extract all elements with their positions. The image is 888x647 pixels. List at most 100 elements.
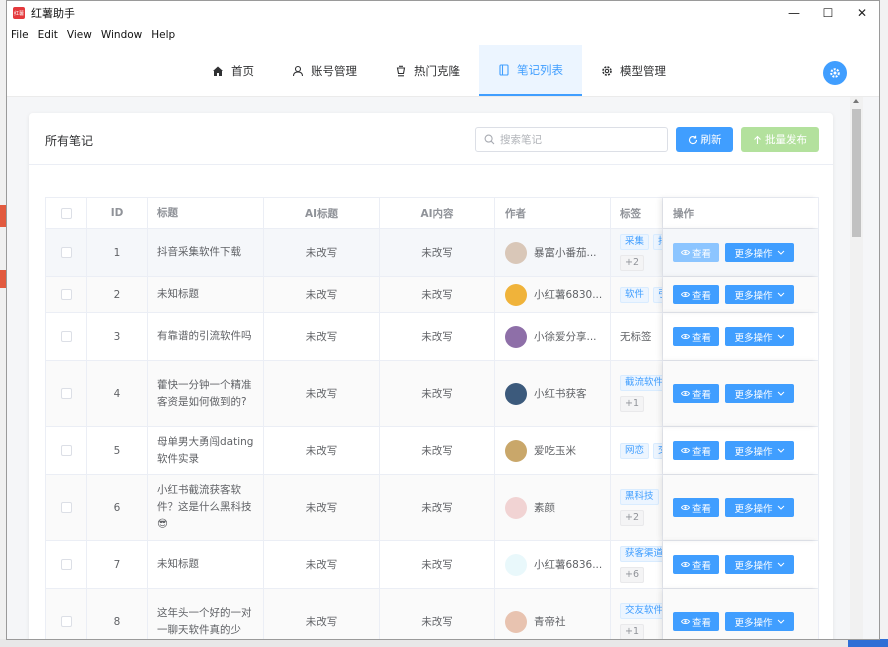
row-title: 母单男大勇闯dating软件实录 xyxy=(148,427,264,474)
view-button[interactable]: 查看 xyxy=(673,498,719,517)
view-button[interactable]: 查看 xyxy=(673,612,719,631)
eye-icon xyxy=(681,447,690,454)
notebook-icon xyxy=(498,64,510,76)
row-select-cell xyxy=(46,589,87,640)
tab-home[interactable]: 首页 xyxy=(193,45,273,96)
row-checkbox[interactable] xyxy=(61,331,72,342)
row-ai-title: 未改写 xyxy=(264,361,380,426)
row-checkbox[interactable] xyxy=(61,559,72,570)
tag: 交友软件 xyxy=(620,603,663,619)
tab-notes-list-label: 笔记列表 xyxy=(517,62,563,78)
close-button[interactable]: ✕ xyxy=(845,1,879,25)
header-ai-title: AI标题 xyxy=(264,198,380,228)
row-ai-title: 未改写 xyxy=(264,427,380,474)
more-actions-dropdown[interactable]: 更多操作 xyxy=(725,555,794,574)
menu-file[interactable]: File xyxy=(11,29,29,41)
view-button[interactable]: 查看 xyxy=(673,327,719,346)
menu-view[interactable]: View xyxy=(67,29,92,41)
more-actions-dropdown[interactable]: 更多操作 xyxy=(725,327,794,346)
row-author: 小徐爱分享... xyxy=(495,313,611,360)
refresh-label: 刷新 xyxy=(701,132,722,147)
chevron-down-icon xyxy=(777,250,785,255)
tab-hot-clone[interactable]: 热门克隆 xyxy=(376,45,479,96)
more-actions-dropdown[interactable]: 更多操作 xyxy=(725,384,794,403)
view-button[interactable]: 查看 xyxy=(673,384,719,403)
row-id: 5 xyxy=(87,427,148,474)
author-name: 青帝社 xyxy=(534,614,610,629)
search-box[interactable] xyxy=(475,127,668,152)
table-row: 3有靠谱的引流软件吗未改写未改写小徐爱分享...无标签查看更多操作 xyxy=(46,313,818,361)
more-actions-dropdown[interactable]: 更多操作 xyxy=(725,612,794,631)
row-tags: 软件引流 xyxy=(611,277,663,312)
maximize-button[interactable]: ☐ xyxy=(811,1,845,25)
tag-list: 获客渠道 xyxy=(620,546,663,562)
select-all-checkbox[interactable] xyxy=(61,208,72,219)
view-button[interactable]: 查看 xyxy=(673,243,719,262)
refresh-icon xyxy=(688,135,698,145)
more-actions-dropdown[interactable]: 更多操作 xyxy=(725,243,794,262)
table-body: 1抖音采集软件下载未改写未改写暴富小番茄...采集抖音+2查看更多操作2未知标题… xyxy=(46,229,818,640)
tag-list: 网恋交友 xyxy=(620,443,663,459)
more-tags-badge: +2 xyxy=(620,510,644,526)
eye-icon xyxy=(681,618,690,625)
avatar xyxy=(505,440,527,462)
more-actions-label: 更多操作 xyxy=(734,501,772,515)
row-checkbox[interactable] xyxy=(61,616,72,627)
chevron-down-icon xyxy=(777,448,785,453)
row-ai-content: 未改写 xyxy=(380,475,495,540)
view-button[interactable]: 查看 xyxy=(673,285,719,304)
search-input[interactable] xyxy=(500,134,660,146)
row-checkbox[interactable] xyxy=(61,388,72,399)
row-checkbox[interactable] xyxy=(61,247,72,258)
menu-window[interactable]: Window xyxy=(101,29,142,41)
refresh-button[interactable]: 刷新 xyxy=(676,127,733,152)
minimize-button[interactable]: — xyxy=(777,1,811,25)
header-tags: 标签 xyxy=(611,198,663,228)
settings-button[interactable] xyxy=(823,61,847,85)
gear-icon xyxy=(601,65,613,77)
row-checkbox[interactable] xyxy=(61,445,72,456)
header-ai-content: AI内容 xyxy=(380,198,495,228)
view-button[interactable]: 查看 xyxy=(673,441,719,460)
row-select-cell xyxy=(46,361,87,426)
upload-icon xyxy=(753,135,762,145)
view-button[interactable]: 查看 xyxy=(673,555,719,574)
scroll-up-arrow[interactable] xyxy=(853,99,859,103)
row-actions: 查看更多操作 xyxy=(663,229,818,276)
scroll-thumb[interactable] xyxy=(852,109,861,237)
card-header: 所有笔记 刷新 批量发布 xyxy=(29,113,833,165)
row-ai-content: 未改写 xyxy=(380,313,495,360)
tab-notes-list[interactable]: 笔记列表 xyxy=(479,45,582,96)
batch-publish-button[interactable]: 批量发布 xyxy=(741,127,819,152)
more-actions-dropdown[interactable]: 更多操作 xyxy=(725,498,794,517)
row-id: 4 xyxy=(87,361,148,426)
tab-accounts[interactable]: 账号管理 xyxy=(273,45,376,96)
row-checkbox[interactable] xyxy=(61,289,72,300)
row-ai-content: 未改写 xyxy=(380,361,495,426)
row-checkbox[interactable] xyxy=(61,502,72,513)
eye-icon xyxy=(681,333,690,340)
more-actions-dropdown[interactable]: 更多操作 xyxy=(725,441,794,460)
row-tags: 采集抖音+2 xyxy=(611,229,663,276)
author-name: 暴富小番茄... xyxy=(534,245,610,260)
menu-help[interactable]: Help xyxy=(151,29,175,41)
more-actions-label: 更多操作 xyxy=(734,288,772,302)
more-tags-badge: +2 xyxy=(620,255,644,271)
view-label: 查看 xyxy=(692,330,711,344)
no-tag-text: 无标签 xyxy=(620,329,652,344)
tag-list: 软件引流 xyxy=(620,287,663,303)
avatar xyxy=(505,326,527,348)
row-ai-content: 未改写 xyxy=(380,589,495,640)
row-ai-content: 未改写 xyxy=(380,229,495,276)
tab-models[interactable]: 模型管理 xyxy=(582,45,685,96)
table-row: 7未知标题未改写未改写小红薯6836...获客渠道+6查看更多操作 xyxy=(46,541,818,589)
row-ai-title: 未改写 xyxy=(264,589,380,640)
app-window: 红薯 红薯助手 — ☐ ✕ File Edit View Window Help… xyxy=(6,0,880,640)
menu-edit[interactable]: Edit xyxy=(38,29,58,41)
vertical-scrollbar[interactable] xyxy=(850,97,863,640)
app-content: 首页 账号管理 热门克隆 笔记列表 模型管理 xyxy=(7,45,879,640)
desktop-edge-right xyxy=(880,0,888,647)
tag: 截流软件 xyxy=(620,375,663,391)
eye-icon xyxy=(681,390,690,397)
more-actions-dropdown[interactable]: 更多操作 xyxy=(725,285,794,304)
